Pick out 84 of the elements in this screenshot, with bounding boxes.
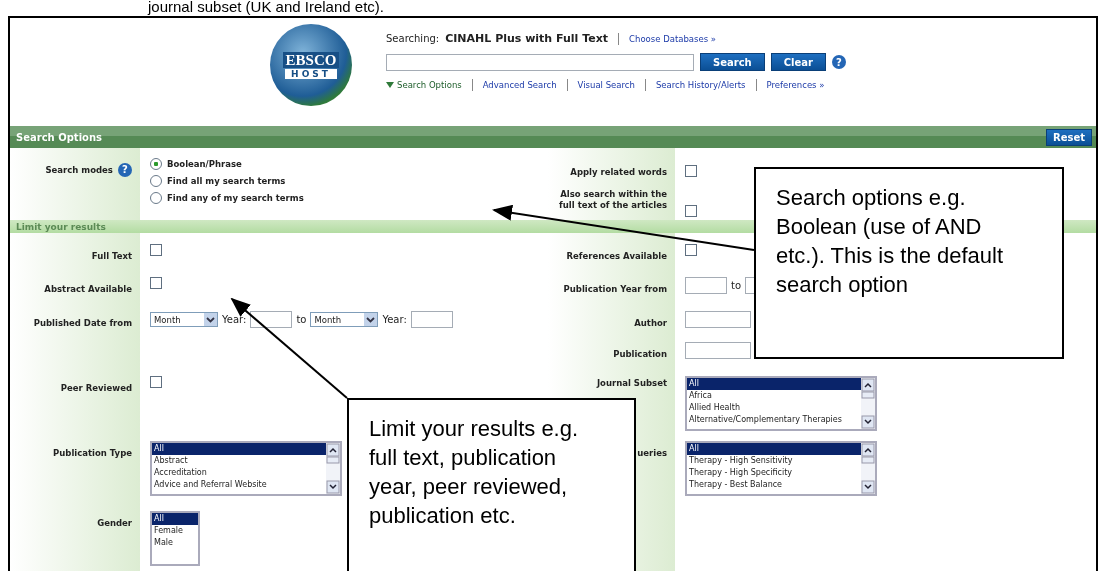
list-option[interactable]: Advice and Referral Website: [152, 479, 326, 491]
to-text: to: [296, 314, 307, 325]
callout-text: Search options e.g. Boolean (use of AND etc.). This is the default search option: [754, 167, 1064, 359]
to-text: to: [731, 280, 742, 291]
search-button[interactable]: Search: [700, 53, 765, 71]
list-option[interactable]: Male: [152, 537, 198, 549]
field-label: Author: [634, 318, 667, 329]
clear-button[interactable]: Clear: [770, 53, 826, 71]
scrollbar-icon[interactable]: [861, 378, 875, 429]
help-icon[interactable]: ?: [118, 162, 132, 177]
bar-title: Search Options: [16, 131, 102, 143]
list-option[interactable]: Therapy - High Sensitivity: [687, 455, 861, 467]
field-label: ueries: [637, 448, 667, 459]
nav-link[interactable]: Advanced Search: [482, 80, 557, 90]
search-field[interactable]: [386, 53, 694, 71]
choose-databases-link[interactable]: Choose Databases »: [629, 33, 717, 44]
field-label: Search modes: [45, 165, 113, 176]
list-option[interactable]: All: [687, 443, 861, 455]
field-label: Gender: [97, 518, 132, 529]
radio-label: Find all my search terms: [167, 175, 286, 187]
field-label: Publication Type: [53, 448, 132, 459]
logo-text: HOST: [285, 68, 337, 79]
dropdown-icon: [204, 313, 217, 326]
field-label: Full Text: [91, 251, 132, 262]
year-label: Year:: [222, 314, 247, 325]
field-label: Apply related words: [570, 167, 667, 178]
searching-label: Searching:: [386, 33, 440, 44]
list-option[interactable]: Abstract: [152, 455, 326, 467]
checkbox[interactable]: [150, 244, 162, 256]
list-option[interactable]: Therapy - High Specificity: [687, 467, 861, 479]
checkbox[interactable]: [685, 244, 697, 256]
list-option[interactable]: Therapy - Best Balance: [687, 479, 861, 491]
text-field[interactable]: [685, 311, 751, 328]
list-option[interactable]: Accreditation: [152, 467, 326, 479]
checkbox[interactable]: [150, 376, 162, 388]
nav-link[interactable]: Visual Search: [577, 80, 635, 90]
field-label: References Available: [566, 251, 667, 262]
year-field[interactable]: [410, 311, 453, 328]
list-option[interactable]: All: [152, 513, 198, 525]
help-icon[interactable]: ?: [831, 55, 846, 69]
field-label: Also search within the full text of the articles: [558, 189, 667, 211]
scrollbar-icon[interactable]: [326, 443, 340, 494]
list-box[interactable]: All Therapy - High Sensitivity Therapy - High Specificity Therapy - Best Balance: [685, 441, 877, 496]
year-label: Year:: [382, 314, 407, 325]
logo-text: EBSCO: [282, 51, 340, 68]
field-label: Publication Year from: [563, 284, 667, 295]
list-option[interactable]: Alternative/Complementary Therapies: [687, 414, 861, 426]
list-box[interactable]: All Female Male: [150, 511, 200, 566]
radio-button[interactable]: [150, 175, 162, 187]
checkbox[interactable]: [685, 205, 697, 217]
field-label: Published Date from: [33, 318, 132, 329]
list-option[interactable]: All: [687, 378, 861, 390]
text-field[interactable]: [685, 342, 751, 359]
month-select[interactable]: Month: [150, 312, 218, 327]
list-option[interactable]: Female: [152, 525, 198, 537]
scrollbar-icon[interactable]: [861, 443, 875, 494]
search-options-link[interactable]: Search Options: [386, 80, 462, 90]
radio-button[interactable]: [150, 158, 162, 170]
reset-button[interactable]: Reset: [1046, 128, 1092, 146]
checkbox[interactable]: [150, 277, 162, 289]
list-option[interactable]: Africa: [687, 390, 861, 402]
field-label: Publication: [613, 349, 667, 360]
field-label: Journal Subset: [596, 378, 667, 389]
nav-link[interactable]: Search History/Alerts: [655, 80, 746, 90]
dropdown-icon: [364, 313, 378, 326]
bar-title: Limit your results: [16, 221, 106, 232]
year-field[interactable]: [250, 311, 293, 328]
list-box[interactable]: All Abstract Accreditation Advice and Referral Website: [150, 441, 342, 496]
document-text: journal subset (UK and Ireland etc).: [148, 0, 384, 15]
field-label: Peer Reviewed: [60, 383, 132, 394]
radio-label: Boolean/Phrase: [167, 158, 242, 170]
nav-link[interactable]: Preferences »: [766, 80, 825, 90]
callout-text: Limit your results e.g. full text, publication year, peer reviewed, publication etc.: [347, 398, 636, 571]
month-select[interactable]: Month: [310, 312, 379, 327]
radio-button[interactable]: [150, 192, 162, 204]
checkbox[interactable]: [685, 165, 697, 177]
list-option[interactable]: Allied Health: [687, 402, 861, 414]
list-box[interactable]: All Africa Allied Health Alternative/Complementary Therapies: [685, 376, 877, 431]
caret-icon: [386, 82, 394, 88]
radio-label: Find any of my search terms: [167, 192, 304, 204]
list-option[interactable]: All: [152, 443, 326, 455]
year-field[interactable]: [685, 277, 727, 294]
field-label: Abstract Available: [44, 284, 132, 295]
database-name: CINAHL Plus with Full Text: [445, 32, 609, 45]
